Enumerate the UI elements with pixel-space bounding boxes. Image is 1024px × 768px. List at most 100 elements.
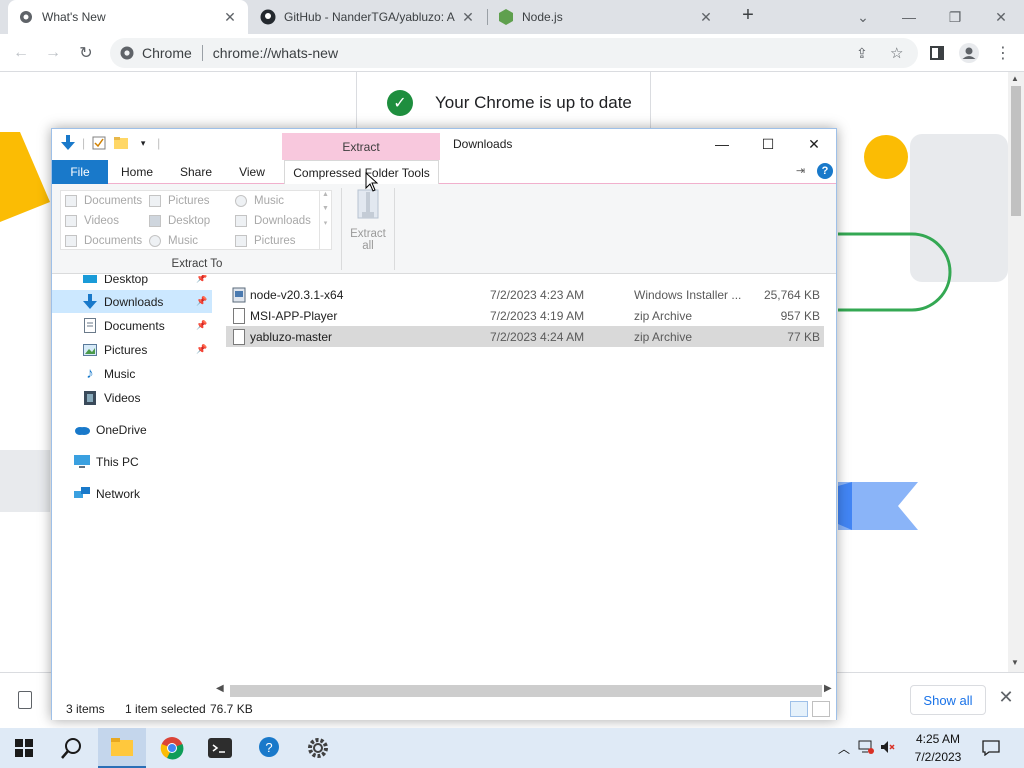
help-icon[interactable]: ? bbox=[817, 163, 833, 179]
details-view-icon[interactable] bbox=[790, 701, 808, 717]
show-hidden-icons-icon[interactable]: ︿ bbox=[838, 740, 850, 757]
back-arrow-icon[interactable]: ← bbox=[8, 40, 34, 66]
taskbar-clock[interactable]: 4:25 AM 7/2/2023 bbox=[906, 730, 970, 766]
ribbon: Documents Pictures Music Videos Desktop … bbox=[52, 184, 836, 274]
network-icon bbox=[74, 486, 90, 502]
close-window-icon[interactable]: ✕ bbox=[978, 0, 1024, 34]
minimize-icon[interactable]: — bbox=[886, 0, 932, 34]
pin-icon: 📌 bbox=[196, 296, 208, 306]
scroll-left-icon[interactable]: ◀ bbox=[216, 683, 224, 694]
download-arrow-icon[interactable] bbox=[60, 135, 76, 151]
terminal-taskbar-icon[interactable] bbox=[196, 728, 244, 768]
tab-github[interactable]: GitHub - NanderTGA/yabluzo: A ✕ bbox=[250, 0, 486, 34]
file-explorer-taskbar-icon[interactable] bbox=[98, 728, 146, 768]
share-icon[interactable]: ⇪ bbox=[856, 45, 868, 62]
pin-ribbon-icon[interactable]: ⇥ bbox=[796, 164, 805, 177]
nav-item-documents[interactable]: Documents 📌 bbox=[52, 314, 212, 337]
address-bar[interactable]: Chrome chrome://whats-new ⇪ ☆ bbox=[110, 38, 918, 68]
extract-to-item[interactable]: Downloads bbox=[235, 215, 311, 227]
bookmark-star-icon[interactable]: ☆ bbox=[890, 44, 903, 62]
extract-to-item[interactable]: Documents bbox=[65, 195, 142, 207]
zip-file-icon bbox=[233, 328, 245, 345]
close-tab-icon[interactable]: ✕ bbox=[698, 9, 714, 26]
search-icon[interactable] bbox=[48, 728, 96, 768]
profile-avatar-icon[interactable] bbox=[956, 40, 982, 66]
close-icon[interactable]: ✕ bbox=[791, 129, 837, 159]
extract-to-item[interactable]: Music bbox=[235, 195, 284, 207]
tab-compressed-folder-tools[interactable]: Compressed Folder Tools bbox=[284, 160, 439, 185]
nav-item-onedrive[interactable]: OneDrive bbox=[52, 418, 212, 441]
new-folder-icon[interactable] bbox=[113, 135, 129, 151]
settings-gear-icon[interactable] bbox=[294, 728, 342, 768]
close-tab-icon[interactable]: ✕ bbox=[222, 9, 238, 26]
page-scrollbar[interactable]: ▲ ▼ bbox=[1008, 72, 1024, 672]
music-icon bbox=[149, 235, 161, 247]
extract-to-item[interactable]: Videos bbox=[65, 215, 119, 227]
tab-share[interactable]: Share bbox=[168, 160, 224, 184]
get-help-taskbar-icon[interactable]: ? bbox=[246, 728, 294, 768]
pictures-icon bbox=[235, 235, 247, 247]
scroll-thumb[interactable] bbox=[1011, 86, 1021, 216]
installer-icon bbox=[232, 287, 246, 302]
scroll-up-icon[interactable]: ▲ bbox=[1011, 74, 1019, 83]
tab-file[interactable]: File bbox=[52, 160, 108, 184]
qat-dropdown-icon[interactable]: ▾ bbox=[135, 135, 151, 151]
onedrive-cloud-icon bbox=[74, 422, 90, 438]
extract-to-item[interactable]: Pictures bbox=[149, 195, 210, 207]
downloads-icon bbox=[82, 293, 98, 310]
file-row[interactable]: node-v20.3.1-x64 7/2/2023 4:23 AM Window… bbox=[226, 284, 824, 305]
tab-home[interactable]: Home bbox=[110, 160, 164, 184]
gallery-scroll[interactable]: ▲ ▼ ▾ bbox=[319, 191, 331, 249]
forward-arrow-icon[interactable]: → bbox=[40, 40, 66, 66]
notifications-icon[interactable] bbox=[968, 728, 1014, 768]
selected-size: 76.7 KB bbox=[210, 702, 253, 716]
properties-icon[interactable] bbox=[91, 135, 107, 151]
minimize-icon[interactable]: — bbox=[699, 129, 745, 159]
close-tab-icon[interactable]: ✕ bbox=[460, 9, 476, 26]
reload-icon[interactable]: ↻ bbox=[73, 40, 99, 66]
horizontal-scrollbar[interactable]: ◀ ▶ bbox=[212, 681, 836, 698]
tab-whats-new[interactable]: What's New ✕ bbox=[8, 0, 248, 34]
new-tab-button[interactable]: + bbox=[738, 5, 758, 26]
maximize-icon[interactable]: ☐ bbox=[745, 129, 791, 159]
file-explorer-window: | ▾ | Extract Downloads — ☐ ✕ File Home … bbox=[51, 128, 837, 720]
ribbon-tabs: File Home Share View Compressed Folder T… bbox=[52, 160, 836, 185]
network-status-icon[interactable] bbox=[858, 740, 875, 757]
volume-muted-icon[interactable] bbox=[880, 740, 896, 757]
close-download-bar-icon[interactable]: ✕ bbox=[996, 687, 1016, 711]
large-icons-view-icon[interactable] bbox=[812, 701, 830, 717]
file-row[interactable]: MSI-APP-Player 7/2/2023 4:19 AM zip Arch… bbox=[226, 305, 824, 326]
scroll-down-icon[interactable]: ▼ bbox=[1011, 658, 1019, 667]
nav-item-network[interactable]: Network bbox=[52, 482, 212, 505]
hscroll-thumb[interactable] bbox=[230, 685, 822, 697]
tab-view[interactable]: View bbox=[226, 160, 278, 184]
nav-item-music[interactable]: ♪ Music bbox=[52, 362, 212, 385]
explorer-title-bar: | ▾ | Extract Downloads — ☐ ✕ bbox=[52, 129, 837, 160]
extract-to-item[interactable]: Desktop bbox=[149, 215, 210, 227]
chrome-settings-icon bbox=[18, 9, 34, 25]
extract-to-item[interactable]: Pictures bbox=[235, 235, 296, 247]
clock-time: 4:25 AM bbox=[915, 732, 961, 746]
start-windows-icon[interactable] bbox=[0, 728, 48, 768]
extract-to-item[interactable]: Music bbox=[149, 235, 198, 247]
update-status: ✓ Your Chrome is up to date bbox=[387, 90, 632, 116]
quick-access-toolbar: | ▾ | bbox=[60, 135, 160, 151]
show-all-button[interactable]: Show all bbox=[910, 685, 986, 715]
restore-icon[interactable]: ❐ bbox=[932, 0, 978, 34]
side-panel-icon[interactable] bbox=[924, 40, 950, 66]
tab-search-icon[interactable]: ⌄ bbox=[840, 0, 886, 34]
extract-all-button[interactable]: Extract all bbox=[346, 188, 390, 254]
tab-nodejs[interactable]: Node.js ✕ bbox=[488, 0, 724, 34]
nav-item-desktop[interactable]: Desktop 📌 bbox=[52, 275, 212, 290]
scroll-right-icon[interactable]: ▶ bbox=[824, 683, 832, 694]
file-row-selected[interactable]: yabluzo-master 7/2/2023 4:24 AM zip Arch… bbox=[226, 326, 824, 347]
checkmark-icon: ✓ bbox=[387, 90, 413, 116]
page-title: Your Chrome is up to date bbox=[435, 93, 632, 112]
nav-item-downloads[interactable]: Downloads 📌 bbox=[52, 290, 212, 313]
nav-item-videos[interactable]: Videos bbox=[52, 386, 212, 409]
chrome-taskbar-icon[interactable] bbox=[148, 728, 196, 768]
nav-item-this-pc[interactable]: This PC bbox=[52, 450, 212, 473]
extract-to-item[interactable]: Documents bbox=[65, 235, 142, 247]
nav-item-pictures[interactable]: Pictures 📌 bbox=[52, 338, 212, 361]
menu-kebab-icon[interactable]: ⋮ bbox=[990, 40, 1016, 66]
